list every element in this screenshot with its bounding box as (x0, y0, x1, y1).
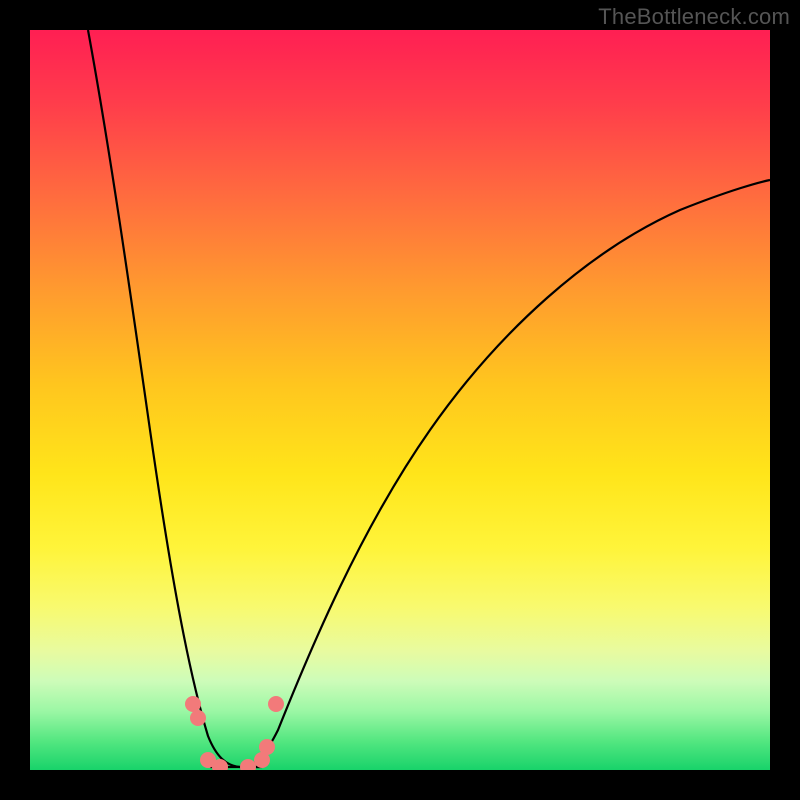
marker-dot (185, 696, 201, 712)
marker-dot (190, 710, 206, 726)
plot-area (30, 30, 770, 770)
chart-stage: TheBottleneck.com (0, 0, 800, 800)
marker-dot (268, 696, 284, 712)
watermark-text: TheBottleneck.com (598, 4, 790, 30)
chart-svg (30, 30, 770, 770)
marker-dot (240, 759, 256, 770)
marker-group (185, 696, 284, 770)
right-curve (244, 180, 770, 767)
marker-dot (259, 739, 275, 755)
left-curve (88, 30, 260, 767)
